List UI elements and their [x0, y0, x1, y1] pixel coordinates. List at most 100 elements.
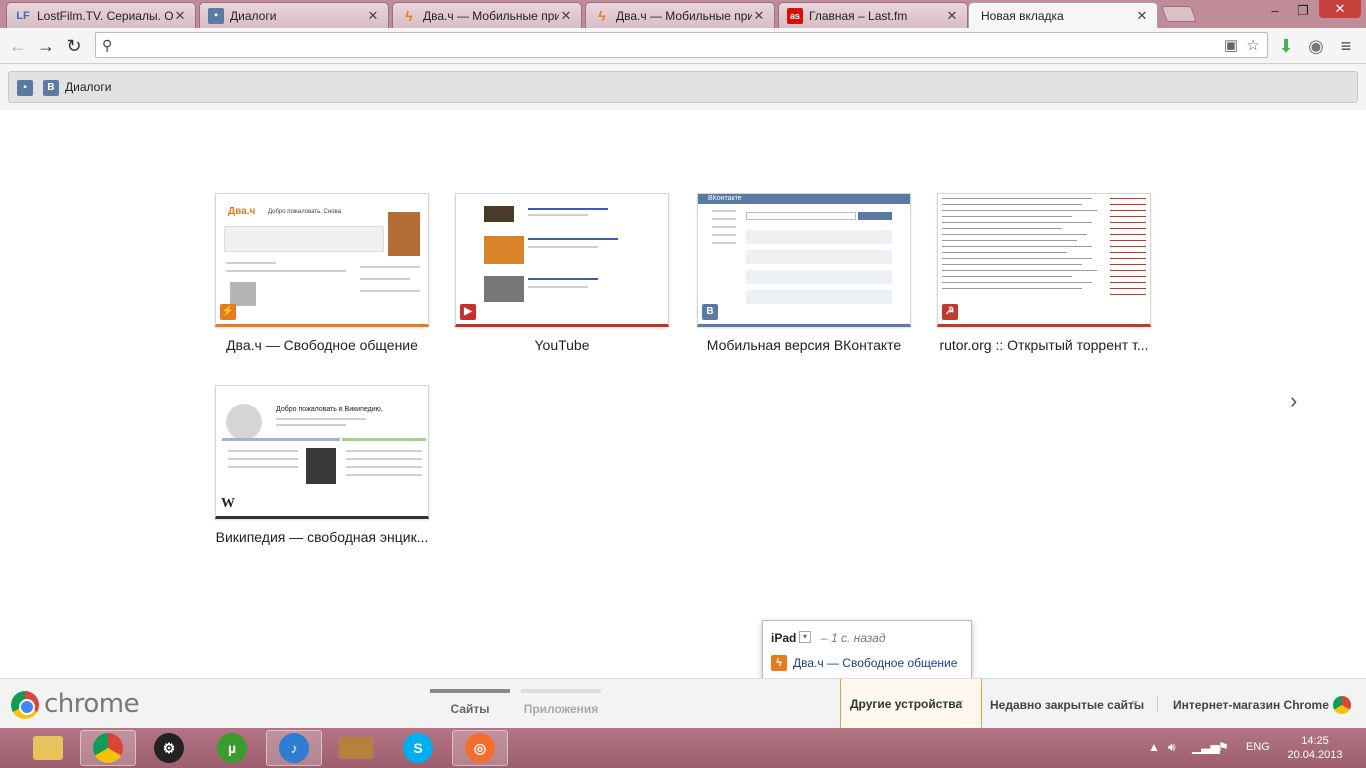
thumb-video: [484, 276, 524, 302]
close-icon[interactable]: ✕: [945, 8, 959, 24]
taskbar-chrome[interactable]: [80, 730, 136, 766]
tab-title: Два.ч — Мобильные при: [423, 8, 559, 23]
thumb-line: [528, 286, 588, 288]
thumb-line: [712, 242, 736, 244]
taskbar-utorrent[interactable]: µ: [204, 730, 260, 766]
window-close-button[interactable]: ✕: [1319, 0, 1361, 18]
thumb-line: [360, 290, 420, 292]
webstore-link[interactable]: Интернет-магазин Chrome: [1173, 698, 1329, 712]
minimize-button[interactable]: –: [1262, 2, 1288, 20]
taskbar-bioshock[interactable]: [328, 730, 384, 766]
device-tab-link[interactable]: Два.ч — Свободное общение: [793, 656, 957, 670]
tab-dialogs[interactable]: ▪ Диалоги ✕: [199, 2, 389, 28]
pager-sites[interactable]: Сайты: [430, 689, 510, 716]
tile-title[interactable]: Мобильная версия ВКонтакте: [697, 337, 911, 353]
tile-thumbnail[interactable]: ▶: [455, 193, 669, 327]
search-icon: ⚲: [102, 37, 113, 53]
vk-icon[interactable]: B: [43, 80, 59, 96]
tile-thumbnail[interactable]: ВКонтакте В: [697, 193, 911, 327]
thumb-line: [942, 276, 1072, 277]
tab-title: LostFilm.TV. Сериалы. Ос: [37, 8, 173, 23]
tab-lastfm[interactable]: as Главная – Last.fm ✕: [778, 2, 968, 28]
taskbar-steam[interactable]: ⚙: [141, 730, 197, 766]
tile-title[interactable]: rutor.org :: Открытый торрент т...: [937, 337, 1151, 353]
omnibox[interactable]: ⚲ ▣ ☆: [95, 32, 1268, 58]
next-page-arrow-icon[interactable]: ›: [1290, 388, 1297, 414]
pager-apps[interactable]: Приложения: [521, 689, 601, 716]
lightning-icon: ϟ: [771, 655, 787, 671]
language-indicator[interactable]: ENG: [1246, 741, 1270, 753]
chat-icon[interactable]: ▪: [17, 80, 33, 96]
taskbar-origin[interactable]: ◎: [452, 730, 508, 766]
tab-lostfilm[interactable]: LF LostFilm.TV. Сериалы. Ос ✕: [6, 2, 196, 28]
close-icon[interactable]: ✕: [366, 8, 380, 24]
other-devices-popup: iPad ▾ – 1 с. назад ϟ Два.ч — Свободное …: [762, 620, 972, 680]
close-icon[interactable]: ✕: [559, 8, 573, 24]
thumb-line: [528, 246, 598, 248]
thumb-line: [942, 258, 1092, 259]
thumb-line: [942, 222, 1092, 223]
tile-thumbnail[interactable]: Два.ч Добро пожаловать. Снова. ⚡: [215, 193, 429, 327]
taskbar-explorer[interactable]: [20, 730, 76, 766]
thumb-line: [712, 234, 736, 236]
most-visited-tile-dvach[interactable]: Два.ч Добро пожаловать. Снова. ⚡ Два.ч —…: [215, 193, 429, 353]
new-tab-button[interactable]: [1161, 6, 1197, 22]
tab-dvach-1[interactable]: ϟ Два.ч — Мобильные при ✕: [392, 2, 582, 28]
pager-label: Сайты: [450, 702, 490, 716]
tab-title: Диалоги: [230, 8, 277, 23]
close-icon[interactable]: ✕: [1135, 8, 1149, 24]
tile-thumbnail[interactable]: ☭: [937, 193, 1151, 327]
tab-new-tab[interactable]: Новая вкладка ✕: [968, 2, 1158, 28]
most-visited-tile-wikipedia[interactable]: Добро пожаловать в Википедию, W Википеди…: [215, 385, 429, 545]
close-icon[interactable]: ✕: [173, 8, 187, 24]
show-hidden-icons-icon[interactable]: ▲: [1148, 740, 1160, 754]
maximize-button[interactable]: ❐: [1290, 2, 1316, 20]
thumb-line: [528, 214, 588, 216]
thumb-notice: [224, 226, 384, 252]
reload-button[interactable]: ↻: [62, 34, 86, 58]
thumb-section-bar: [342, 438, 426, 441]
device-menu-button[interactable]: ▾: [799, 631, 811, 643]
recently-closed-button[interactable]: Недавно закрытые сайты: [990, 698, 1144, 712]
thumb-post: [746, 250, 892, 264]
star-icon[interactable]: ☆: [1244, 37, 1262, 55]
network-signal-icon[interactable]: ▁▃▅: [1192, 740, 1220, 754]
chevron-down-icon: ▿: [957, 696, 964, 710]
thumb-line: [528, 238, 618, 240]
most-visited-tile-rutor[interactable]: ☭ rutor.org :: Открытый торрент т...: [937, 193, 1151, 353]
ntp-footer: chrome Сайты Приложения Другие устройств…: [0, 678, 1366, 729]
thumb-line: [712, 210, 736, 212]
thumb-line: [942, 198, 1092, 199]
forward-button[interactable]: →: [34, 34, 58, 58]
most-visited-tile-vk[interactable]: ВКонтакте В Мобильная версия ВКонтакте: [697, 193, 911, 353]
taskbar-skype[interactable]: S: [390, 730, 446, 766]
lostfilm-icon: LF: [16, 9, 30, 22]
tile-thumbnail[interactable]: Добро пожаловать в Википедию, W: [215, 385, 429, 519]
download-extension-icon[interactable]: ⬇: [1274, 34, 1298, 58]
webstore-icon[interactable]: [1333, 696, 1351, 714]
close-icon[interactable]: ✕: [752, 8, 766, 24]
extension-icon[interactable]: ◉: [1304, 34, 1328, 58]
most-visited-tile-youtube[interactable]: ▶ YouTube: [455, 193, 669, 353]
thumb-mascot: [388, 212, 420, 256]
bookmark-dialogs[interactable]: Диалоги: [65, 80, 111, 94]
thumb-line: [346, 450, 422, 452]
taskbar-itunes[interactable]: ♪: [266, 730, 322, 766]
flag-icon[interactable]: ⚑: [1218, 740, 1229, 754]
tab-title: Новая вкладка: [981, 8, 1064, 23]
back-button[interactable]: ←: [6, 34, 30, 58]
other-devices-button[interactable]: Другие устройства ▿: [840, 679, 982, 729]
omnibox-input[interactable]: [122, 35, 1202, 55]
tile-title[interactable]: YouTube: [455, 337, 669, 353]
pager-label: Приложения: [523, 702, 599, 716]
menu-icon[interactable]: ≡: [1334, 34, 1358, 58]
tab-dvach-2[interactable]: ϟ Два.ч — Мобильные при ✕: [585, 2, 775, 28]
toolbar: ← → ↻ ⚲ ▣ ☆ ⬇ ◉ ≡: [0, 28, 1366, 64]
thumb-wiki-globe: [226, 404, 262, 440]
tile-title[interactable]: Википедия — свободная энцик...: [215, 529, 429, 545]
system-clock[interactable]: 14:25 20.04.2013: [1284, 734, 1346, 762]
volume-icon[interactable]: 🔊︎: [1168, 740, 1176, 755]
page-icon[interactable]: ▣: [1222, 37, 1240, 55]
device-last-sync: – 1 с. назад: [821, 631, 886, 645]
tile-title[interactable]: Два.ч — Свободное общение: [215, 337, 429, 353]
